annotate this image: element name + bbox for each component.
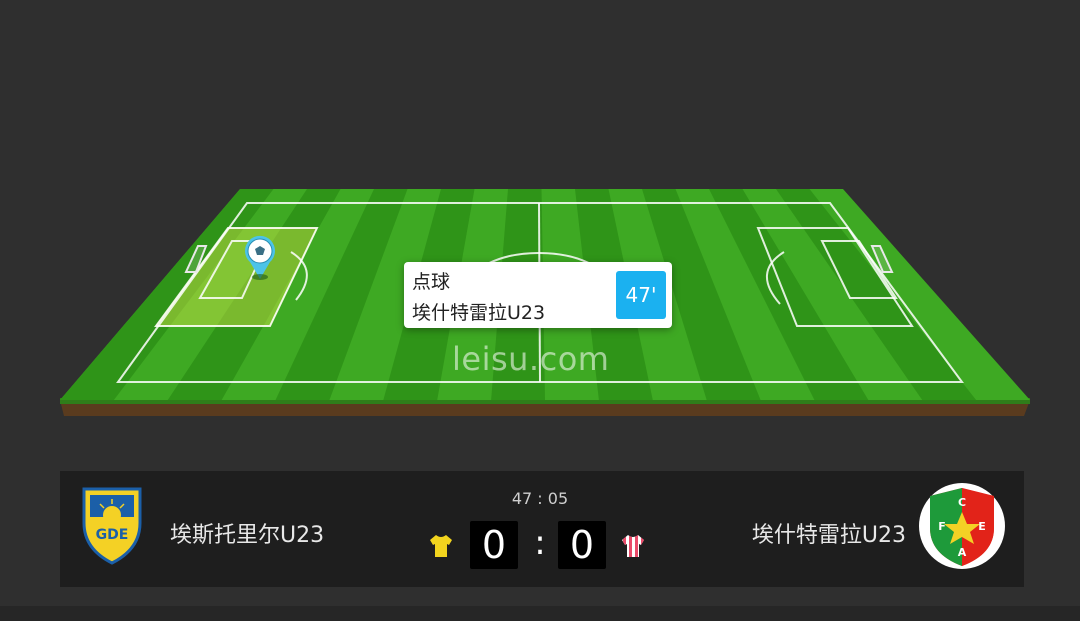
event-popup: 点球 埃什特雷拉U23 47' xyxy=(404,262,672,328)
jersey-icon xyxy=(430,535,452,557)
watermark: leisu.com xyxy=(452,340,610,378)
crest-letter-a: A xyxy=(958,546,967,559)
home-team-name: 埃斯托里尔U23 xyxy=(170,523,325,548)
match-clock: 47 : 05 xyxy=(511,489,569,508)
scoreboard: GDE 埃斯托里尔U23 47 : 05 0 : 0 埃什特雷拉U23 C F … xyxy=(60,471,1024,587)
event-team-label: 埃什特雷拉U23 xyxy=(412,302,546,324)
home-team-crest: GDE xyxy=(82,487,142,565)
pitch-graphic xyxy=(60,189,1030,416)
svg-text:GDE: GDE xyxy=(96,527,129,543)
event-minute-badge: 47' xyxy=(616,271,666,319)
crest-letter-f: F xyxy=(938,520,946,533)
pitch-panel: 点球 埃什特雷拉U23 47' leisu.com xyxy=(0,0,1080,470)
bottom-strip xyxy=(0,606,1080,621)
crest-letter-e: E xyxy=(978,520,986,533)
away-team-name: 埃什特雷拉U23 xyxy=(751,523,906,548)
score-separator: : xyxy=(534,523,546,563)
striped-jersey-icon xyxy=(622,535,644,557)
event-type-label: 点球 xyxy=(412,271,451,293)
crest-letter-c: C xyxy=(958,496,966,509)
away-team-crest: C F E A xyxy=(919,483,1005,569)
away-score: 0 xyxy=(558,521,606,569)
home-score: 0 xyxy=(470,521,518,569)
